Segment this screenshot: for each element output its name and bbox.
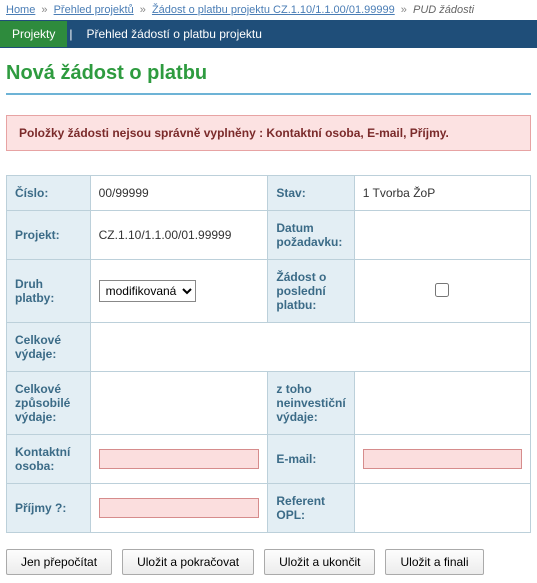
breadcrumb-current: PUD žádosti bbox=[413, 4, 474, 16]
label-referent-opl: Referent OPL: bbox=[268, 484, 354, 533]
breadcrumb-payment-request[interactable]: Žádost o platbu projektu CZ.1.10/1.1.00/… bbox=[152, 4, 395, 16]
label-cislo: Číslo: bbox=[7, 176, 91, 211]
button-row: Jen přepočítat Uložit a pokračovat Uloži… bbox=[0, 533, 537, 583]
form-table: Číslo: 00/99999 Stav: 1 Tvorba ŽoP Proje… bbox=[6, 175, 531, 533]
label-datum-pozadavku: Datum požadavku: bbox=[268, 211, 354, 260]
heading-rule bbox=[6, 93, 531, 95]
label-kontaktni-osoba: Kontaktní osoba: bbox=[7, 435, 91, 484]
label-celkove-zpusobile: Celkové způsobilé výdaje: bbox=[7, 372, 91, 435]
label-prijmy: Příjmy ?: bbox=[7, 484, 91, 533]
label-email: E-mail: bbox=[268, 435, 354, 484]
value-z-toho-neinvesticni bbox=[354, 372, 530, 435]
prijmy-input[interactable] bbox=[99, 498, 260, 518]
breadcrumb-home[interactable]: Home bbox=[6, 4, 35, 16]
value-referent-opl bbox=[354, 484, 530, 533]
cell-kontaktni-osoba bbox=[90, 435, 268, 484]
kontaktni-osoba-input[interactable] bbox=[99, 449, 260, 469]
value-druh-platby: modifikovaná bbox=[90, 260, 268, 323]
label-z-toho-neinvesticni: z toho neinvestiční výdaje: bbox=[268, 372, 354, 435]
value-stav: 1 Tvorba ŽoP bbox=[354, 176, 530, 211]
save-finalize-button[interactable]: Uložit a finali bbox=[385, 549, 483, 575]
breadcrumb-sep: » bbox=[137, 4, 149, 16]
breadcrumb-sep: » bbox=[38, 4, 50, 16]
breadcrumb: Home » Přehled projektů » Žádost o platb… bbox=[0, 0, 537, 20]
breadcrumb-projects[interactable]: Přehled projektů bbox=[54, 4, 134, 16]
value-cislo: 00/99999 bbox=[90, 176, 268, 211]
breadcrumb-sep: » bbox=[398, 4, 410, 16]
label-projekt: Projekt: bbox=[7, 211, 91, 260]
page-title: Nová žádost o platbu bbox=[0, 48, 537, 93]
label-celkove-vydaje: Celkové výdaje: bbox=[7, 323, 91, 372]
cell-prijmy bbox=[90, 484, 268, 533]
error-message: Položky žádosti nejsou správně vyplněny … bbox=[6, 115, 531, 151]
tab-projects[interactable]: Projekty bbox=[0, 21, 67, 47]
zadost-posledni-checkbox[interactable] bbox=[435, 283, 449, 297]
druh-platby-select[interactable]: modifikovaná bbox=[99, 280, 196, 302]
label-stav: Stav: bbox=[268, 176, 354, 211]
cell-email bbox=[354, 435, 530, 484]
value-celkove-vydaje bbox=[90, 323, 530, 372]
value-datum-pozadavku bbox=[354, 211, 530, 260]
recalc-button[interactable]: Jen přepočítat bbox=[6, 549, 112, 575]
tab-bar: Projekty | Přehled žádostí o platbu proj… bbox=[0, 20, 537, 48]
value-projekt: CZ.1.10/1.1.00/01.99999 bbox=[90, 211, 268, 260]
tab-overview[interactable]: Přehled žádostí o platbu projektu bbox=[74, 21, 273, 47]
value-zadost-posledni bbox=[354, 260, 530, 323]
label-zadost-posledni: Žádost o poslední platbu: bbox=[268, 260, 354, 323]
email-input[interactable] bbox=[363, 449, 522, 469]
tab-separator: | bbox=[67, 27, 74, 41]
label-druh-platby: Druh platby: bbox=[7, 260, 91, 323]
value-celkove-zpusobile bbox=[90, 372, 268, 435]
save-continue-button[interactable]: Uložit a pokračovat bbox=[122, 549, 254, 575]
save-close-button[interactable]: Uložit a ukončit bbox=[264, 549, 375, 575]
